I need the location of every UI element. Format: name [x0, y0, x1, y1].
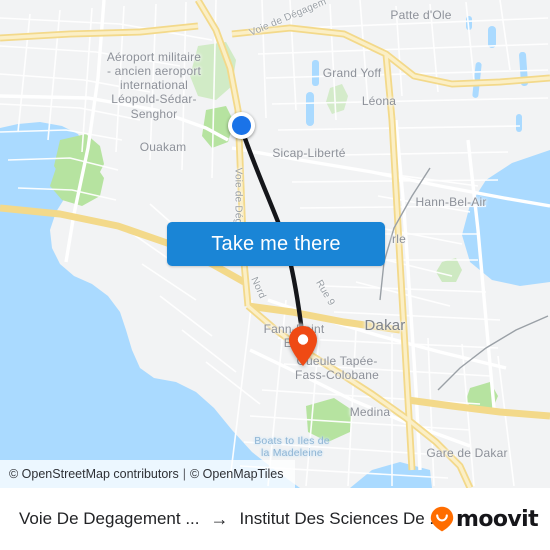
moovit-logo[interactable]: moovit — [430, 506, 539, 532]
footer-destination-name[interactable]: Institut Des Sciences De ... — [240, 509, 444, 529]
moovit-pin-icon — [430, 506, 454, 532]
moovit-wordmark: moovit — [456, 506, 539, 532]
map-attribution: © OpenStreetMap contributors | © OpenMap… — [0, 460, 295, 488]
route-footer-bar: Voie De Degagement ... → Institut Des Sc… — [0, 488, 550, 550]
origin-marker[interactable] — [228, 112, 255, 139]
take-me-there-button[interactable]: Take me there — [167, 222, 385, 266]
attribution-separator: | — [182, 467, 186, 481]
moovit-map-screen: Aéroport militaire - ancien aeroport int… — [0, 0, 550, 550]
arrow-right-icon: → — [210, 509, 229, 529]
openmaptiles-attribution-link[interactable]: © OpenMapTiles — [190, 467, 284, 481]
osm-attribution-link[interactable]: © OpenStreetMap contributors — [9, 467, 179, 481]
map-canvas[interactable]: Aéroport militaire - ancien aeroport int… — [0, 0, 550, 488]
destination-marker[interactable] — [288, 325, 318, 367]
footer-origin-name[interactable]: Voie De Degagement ... — [19, 509, 200, 529]
